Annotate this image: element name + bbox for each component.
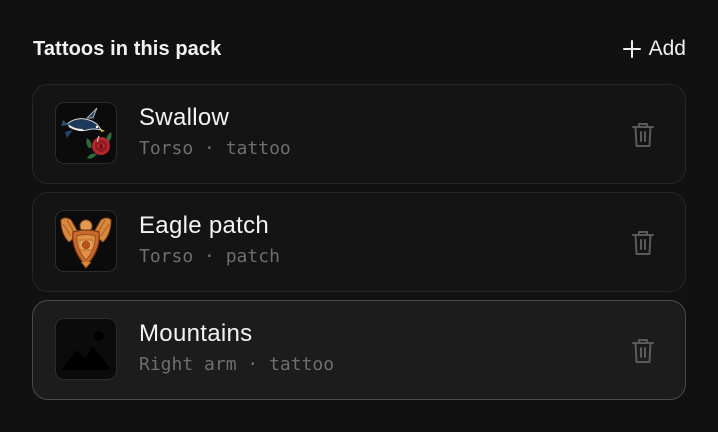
trash-icon[interactable] [631,337,655,365]
item-text: Eagle patch Torso · patch [139,209,280,271]
tattoo-list: Swallow Torso · tattoo Eagle patch Torso… [32,84,686,408]
tattoo-pack-panel: Tattoos in this pack Add Swallow Torso ·… [0,0,718,432]
trash-icon[interactable] [631,229,655,257]
image-placeholder-icon [57,320,115,378]
item-kind: tattoo [269,354,335,375]
add-tattoo-button[interactable]: Add [622,37,686,61]
item-kind: patch [225,246,280,267]
item-meta: Right arm · tattoo [139,351,334,379]
panel-header: Tattoos in this pack Add [33,30,686,68]
add-button-label: Add [648,37,686,60]
plus-icon [622,40,641,58]
item-meta: Torso · tattoo [139,135,291,163]
eagle-patch-image [57,212,115,270]
item-name: Swallow [139,104,230,131]
item-text: Mountains Right arm · tattoo [139,317,334,379]
item-placement: Torso [139,138,194,159]
panel-title: Tattoos in this pack [33,37,222,60]
item-name: Eagle patch [139,212,270,239]
tattoo-list-item-mountains[interactable]: Mountains Right arm · tattoo [32,300,686,400]
thumbnail [55,102,117,164]
meta-separator: · [204,246,215,267]
meta-separator: · [247,354,259,375]
tattoo-list-item-eagle-patch[interactable]: Eagle patch Torso · patch [32,192,686,292]
item-placement: Torso [139,246,194,267]
item-placement: Right arm [139,354,237,375]
thumbnail [55,318,117,380]
item-meta: Torso · patch [139,243,280,271]
trash-icon[interactable] [631,121,655,149]
thumbnail [55,210,117,272]
meta-separator: · [204,138,215,159]
item-kind: tattoo [225,138,291,159]
item-name: Mountains [139,320,253,347]
tattoo-list-item-swallow[interactable]: Swallow Torso · tattoo [32,84,686,184]
item-text: Swallow Torso · tattoo [139,101,291,163]
swallow-rose-image [57,104,115,162]
